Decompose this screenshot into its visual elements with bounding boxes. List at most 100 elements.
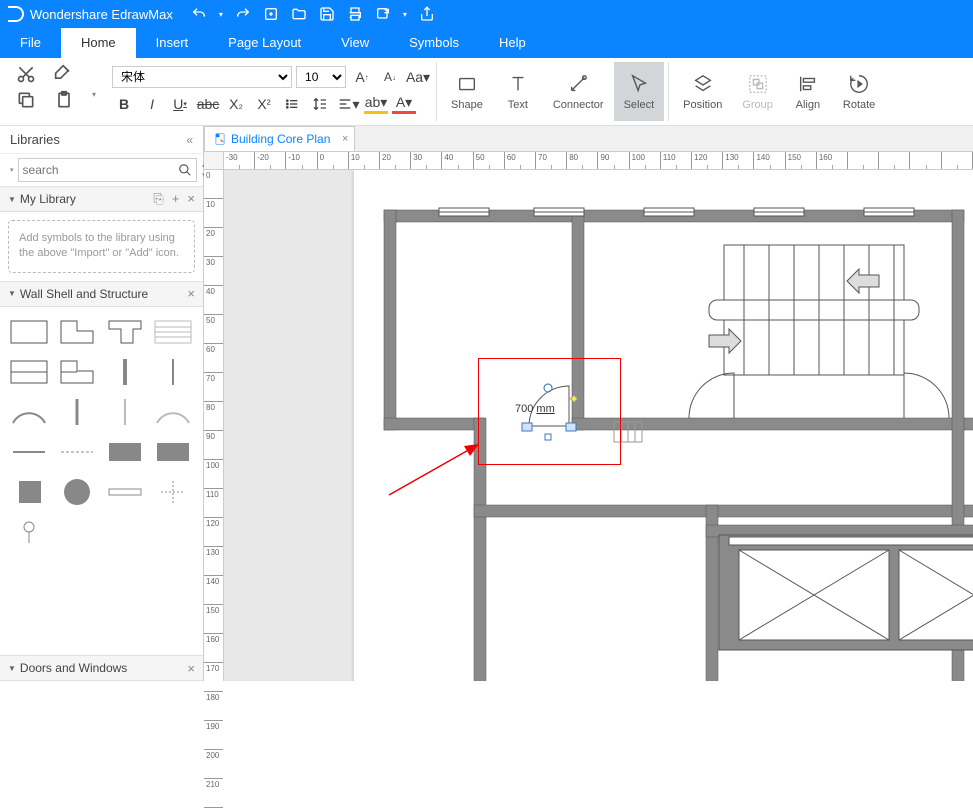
quick-access-toolbar: ▾ ▾: [191, 6, 435, 22]
close-section-icon[interactable]: ×: [187, 286, 195, 301]
shape-rect[interactable]: [8, 315, 50, 349]
shape-square[interactable]: [8, 475, 50, 509]
chevron-down-icon: ▼: [8, 195, 16, 204]
search-icon[interactable]: [178, 163, 192, 177]
align-button[interactable]: Align: [783, 62, 833, 121]
add-icon[interactable]: +: [172, 191, 180, 207]
arrange-tools-group: Position Group Align Rotate: [668, 62, 889, 121]
shape-arc[interactable]: [8, 395, 50, 429]
font-family-select[interactable]: 宋体: [112, 66, 292, 88]
redo-icon[interactable]: [235, 6, 251, 22]
tab-file[interactable]: File: [0, 28, 61, 58]
export-dropdown-icon[interactable]: ▾: [403, 10, 407, 19]
document-tab[interactable]: Building Core Plan ×: [204, 126, 355, 151]
close-section-icon[interactable]: ×: [187, 661, 195, 676]
titlebar: Wondershare EdrawMax ▾ ▾: [0, 0, 973, 28]
shape-double-rect[interactable]: [8, 355, 50, 389]
shape-lines[interactable]: [152, 315, 194, 349]
my-library-body: Add symbols to the library using the abo…: [0, 212, 203, 281]
library-menu-dropdown-icon[interactable]: ▾: [10, 166, 14, 174]
tab-page-layout[interactable]: Page Layout: [208, 28, 321, 58]
shape-lshape[interactable]: [56, 315, 98, 349]
tab-symbols[interactable]: Symbols: [389, 28, 479, 58]
font-size-select[interactable]: 10: [296, 66, 346, 88]
app-title: Wondershare EdrawMax: [30, 7, 173, 22]
save-icon[interactable]: [319, 6, 335, 22]
shape-vline3[interactable]: [104, 395, 146, 429]
group-button[interactable]: Group: [732, 62, 783, 121]
libraries-title: Libraries: [10, 132, 60, 147]
shape-hline-dash[interactable]: [56, 435, 98, 469]
annotation-box: [478, 358, 621, 465]
bullet-list-icon[interactable]: [280, 94, 304, 114]
undo-icon[interactable]: [191, 6, 207, 22]
menubar: File Home Insert Page Layout View Symbol…: [0, 28, 973, 58]
shape-hline[interactable]: [8, 435, 50, 469]
tab-view[interactable]: View: [321, 28, 389, 58]
chevron-down-icon: ▼: [8, 289, 16, 298]
tab-help[interactable]: Help: [479, 28, 546, 58]
strikethrough-button[interactable]: abc: [196, 94, 220, 114]
close-tab-icon[interactable]: ×: [342, 133, 348, 145]
document-tabs: Building Core Plan ×: [204, 126, 973, 152]
decrease-font-icon[interactable]: A↓: [378, 67, 402, 87]
paste-icon[interactable]: [54, 90, 74, 110]
shape-vline-thin[interactable]: [152, 355, 194, 389]
line-spacing-icon[interactable]: [308, 94, 332, 114]
close-section-icon[interactable]: ×: [187, 191, 195, 207]
new-icon[interactable]: [263, 6, 279, 22]
font-color-icon[interactable]: A▾: [392, 94, 416, 114]
cut-icon[interactable]: [16, 64, 36, 84]
copy-icon[interactable]: [16, 90, 36, 110]
shape-small-circle[interactable]: [8, 515, 50, 549]
shape-lshape2[interactable]: [56, 355, 98, 389]
library-search-row: ▾ ▲▼: [0, 154, 203, 186]
underline-button[interactable]: U▾: [168, 94, 192, 114]
italic-button[interactable]: I: [140, 94, 164, 114]
search-box[interactable]: [18, 158, 197, 182]
shape-solid-rect[interactable]: [104, 435, 146, 469]
align-text-icon[interactable]: ▾: [336, 94, 360, 114]
change-case-icon[interactable]: Aa▾: [406, 67, 430, 87]
shape-button[interactable]: Shape: [441, 62, 493, 121]
select-button[interactable]: Select: [614, 62, 665, 121]
undo-dropdown-icon[interactable]: ▾: [219, 10, 223, 19]
text-button[interactable]: Text: [493, 62, 543, 121]
format-painter-icon[interactable]: [54, 64, 74, 84]
document-icon: [213, 132, 227, 146]
shape-flat[interactable]: [104, 475, 146, 509]
shape-vline-thick[interactable]: [104, 355, 146, 389]
shape-vline2[interactable]: [56, 395, 98, 429]
search-input[interactable]: [23, 163, 178, 177]
share-icon[interactable]: [419, 6, 435, 22]
shape-circle[interactable]: [56, 475, 98, 509]
drawing-page[interactable]: [354, 170, 973, 681]
shape-cross[interactable]: [152, 475, 194, 509]
tab-home[interactable]: Home: [61, 28, 136, 58]
subscript-button[interactable]: X₂: [224, 94, 248, 114]
highlight-color-icon[interactable]: ab▾: [364, 94, 388, 114]
rotate-button[interactable]: Rotate: [833, 62, 885, 121]
position-button[interactable]: Position: [673, 62, 732, 121]
open-icon[interactable]: [291, 6, 307, 22]
shape-tshape[interactable]: [104, 315, 146, 349]
section-wall-shell[interactable]: ▼Wall Shell and Structure ×: [0, 281, 203, 307]
shape-solid-rect2[interactable]: [152, 435, 194, 469]
canvas-area: Building Core Plan × -30-20-100102030405…: [204, 126, 973, 681]
canvas-viewport[interactable]: 700 mm: [224, 170, 973, 681]
bold-button[interactable]: B: [112, 94, 136, 114]
connector-button[interactable]: Connector: [543, 62, 614, 121]
section-doors-windows[interactable]: ▼Doors and Windows ×: [0, 655, 203, 681]
shape-arc2[interactable]: [152, 395, 194, 429]
floorplan-drawing: [354, 170, 973, 681]
section-my-library[interactable]: ▼My Library ⎘ + ×: [0, 186, 203, 212]
export-icon[interactable]: [375, 6, 391, 22]
tab-insert[interactable]: Insert: [136, 28, 209, 58]
print-icon[interactable]: [347, 6, 363, 22]
superscript-button[interactable]: X²: [252, 94, 276, 114]
import-icon[interactable]: ⎘: [153, 191, 163, 207]
increase-font-icon[interactable]: A↑: [350, 67, 374, 87]
insert-tools-group: Shape Text Connector Select: [436, 62, 668, 121]
collapse-panel-icon[interactable]: «: [186, 133, 193, 147]
paste-dropdown-icon[interactable]: ▾: [92, 90, 96, 110]
